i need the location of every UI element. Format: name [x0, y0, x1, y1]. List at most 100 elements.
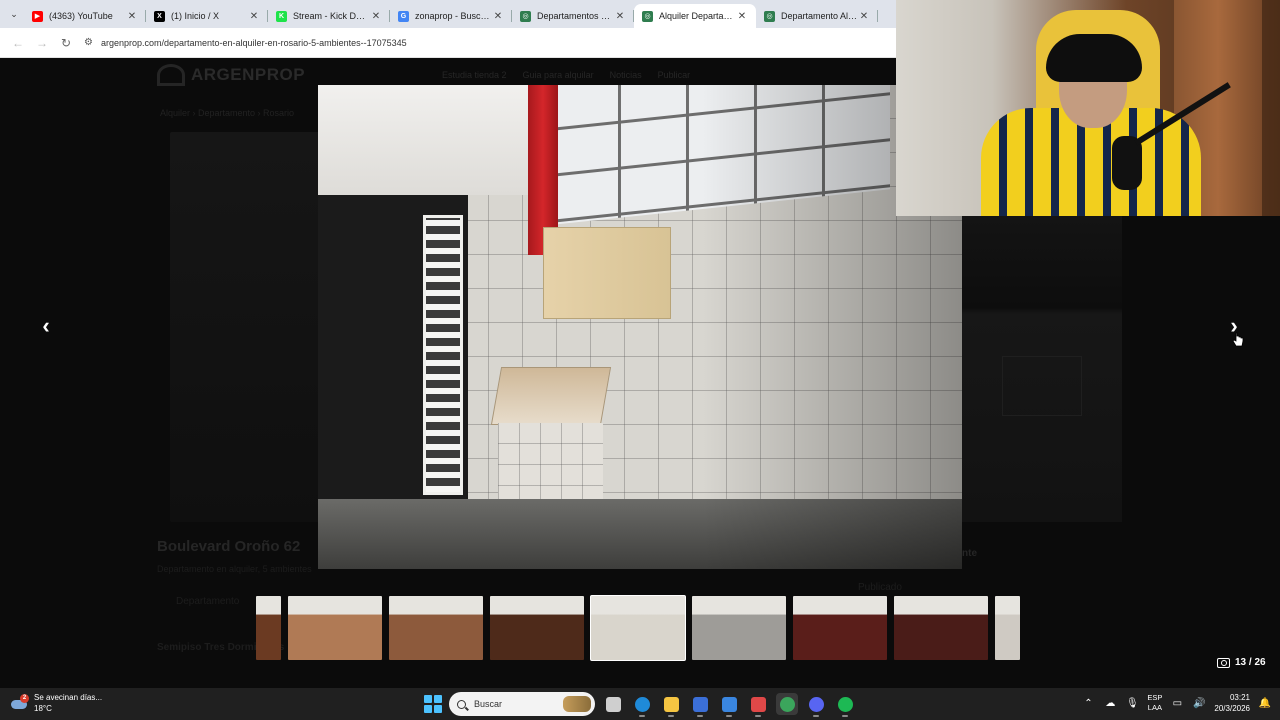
camera-icon: [1217, 657, 1230, 668]
tab-favicon-icon: G: [398, 10, 409, 22]
chrome-icon[interactable]: [776, 693, 798, 715]
search-placeholder: Buscar: [474, 699, 503, 709]
browser-tab[interactable]: X (1) Inicio / X ✕: [146, 4, 268, 28]
notification-bell-icon[interactable]: 🔔: [1258, 696, 1272, 710]
photo-counter: 13 / 26: [1217, 657, 1266, 668]
listing-photo-right: [962, 216, 1122, 522]
gallery-thumbnail[interactable]: [256, 596, 281, 660]
tab-title: zonaprop - Buscar con Google: [415, 11, 492, 21]
spotify-icon[interactable]: [834, 693, 856, 717]
weather-text: Se avecinan días...: [34, 693, 103, 702]
contact-heading: nte: [962, 548, 977, 559]
chevron-up-icon[interactable]: ⌃: [1081, 696, 1095, 710]
search-icon: [457, 699, 466, 709]
browser-tab[interactable]: ◎ Departamento Alquiler✕: [756, 4, 878, 28]
gallery-thumbnail[interactable]: [490, 596, 584, 660]
cloud-icon[interactable]: ☁: [1103, 696, 1117, 710]
task-view-icon[interactable]: [602, 693, 624, 715]
taskbar-search[interactable]: Buscar: [449, 692, 595, 716]
gallery-thumbnail[interactable]: [894, 596, 988, 660]
file-explorer-icon[interactable]: [660, 693, 682, 717]
site-menu-item[interactable]: Estudia tienda 2: [442, 70, 507, 80]
tab-title: (1) Inicio / X: [171, 11, 220, 21]
browser-tab[interactable]: Gzonaprop - Buscar con Google✕: [390, 4, 512, 28]
browser-tab[interactable]: ◎ Departamentos en Alquiler✕: [512, 4, 634, 28]
gallery-thumbnail-strip: [256, 595, 1020, 661]
tab-title: Alquiler Departamento: [659, 11, 736, 21]
site-header: ARGENPROP: [157, 64, 305, 86]
reload-icon[interactable]: ↻: [54, 31, 78, 55]
edge-icon[interactable]: [631, 693, 653, 717]
tab-close-icon[interactable]: ✕: [126, 11, 138, 22]
tab-favicon-icon: ◎: [642, 10, 653, 22]
tab-favicon-icon: K: [276, 10, 287, 22]
listing-photo-left: [170, 132, 320, 522]
gallery-thumbnail[interactable]: [590, 595, 686, 661]
listing-title: Boulevard Oroño 62: [157, 538, 301, 555]
weather-temp: 18°C: [34, 704, 52, 713]
tab-search-icon[interactable]: ⌄: [4, 4, 24, 24]
photo-counter-text: 13 / 26: [1235, 657, 1266, 668]
gallery-prev-icon[interactable]: ‹: [34, 313, 58, 338]
logo-mark-icon: [157, 64, 185, 86]
site-info-icon[interactable]: ⚙: [84, 37, 93, 48]
tab-title: Departamentos en Alquiler: [537, 11, 614, 21]
gallery-thumbnail[interactable]: [692, 596, 786, 660]
mail-icon[interactable]: [718, 693, 740, 717]
weather-widget[interactable]: 2 Se avecinan días... 18°C: [10, 692, 102, 714]
tab-favicon-icon: ◎: [764, 10, 775, 22]
forward-icon[interactable]: →: [30, 31, 54, 55]
site-menu: Estudia tienda 2 Guia para alquilar Notici…: [442, 70, 690, 80]
windows-start-icon[interactable]: [424, 695, 442, 713]
site-menu-item[interactable]: Publicar: [658, 70, 691, 80]
tab-favicon-icon: ▶: [32, 10, 43, 22]
tab-favicon-icon: ◎: [520, 10, 531, 22]
weather-icon: 2: [10, 694, 29, 712]
language-indicator[interactable]: ESP LAA: [1147, 693, 1162, 713]
taskbar-apps: Buscar: [424, 692, 856, 717]
screen: ⌄ ▶ (4363) YouTube ✕ X (1) Inicio / X ✕ K Strea…: [0, 0, 1280, 720]
snipping-icon[interactable]: [747, 693, 769, 717]
browser-tab-strip: ⌄ ▶ (4363) YouTube ✕ X (1) Inicio / X ✕ K Strea…: [0, 0, 896, 28]
browser-toolbar: ← → ↻ ⚙ argenprop.com/departamento-en-al…: [0, 28, 896, 58]
tab-close-icon[interactable]: ✕: [492, 11, 504, 22]
browser-tab[interactable]: K Stream - Kick Dashboard✕: [268, 4, 390, 28]
tab-close-icon[interactable]: ✕: [858, 11, 870, 22]
gallery-thumbnail[interactable]: [288, 596, 382, 660]
tab-close-icon[interactable]: ✕: [248, 11, 260, 22]
browser-tab[interactable]: ▶ (4363) YouTube ✕: [24, 4, 146, 28]
tab-close-icon[interactable]: ✕: [370, 11, 382, 22]
gallery-thumbnail[interactable]: [389, 596, 483, 660]
gallery-thumbnail[interactable]: [793, 596, 887, 660]
clock-date: 20/3/2026: [1214, 704, 1250, 713]
tab-close-icon[interactable]: ✕: [736, 11, 748, 22]
hand-cursor-icon: [1232, 332, 1244, 347]
windows-taskbar: 2 Se avecinan días... 18°C Buscar ⌃ ☁ 🎙 …: [0, 688, 1280, 720]
microphone-icon[interactable]: 🎙: [1125, 696, 1139, 710]
gallery-thumbnail[interactable]: [995, 596, 1020, 660]
site-menu-item[interactable]: Noticias: [610, 70, 642, 80]
site-logo: ARGENPROP: [191, 65, 306, 84]
tab-title: (4363) YouTube: [49, 11, 113, 21]
url-text: argenprop.com/departamento-en-alquiler-e…: [100, 37, 407, 48]
tab-title: Departamento Alquiler: [781, 11, 858, 21]
store-icon[interactable]: [689, 693, 711, 717]
back-icon[interactable]: ←: [6, 31, 30, 55]
clock[interactable]: 03:21 20/3/2026: [1214, 692, 1250, 714]
gallery-main-photo[interactable]: [318, 85, 962, 569]
site-menu-item[interactable]: Guia para alquilar: [523, 70, 594, 80]
system-tray: ⌃ ☁ 🎙 ESP LAA ▭ 🔊 03:21 20/3/2026 🔔: [1081, 692, 1272, 714]
webcam-overlay: [896, 0, 1280, 216]
listing-subtitle: Departamento en alquiler, 5 ambientes: [157, 564, 312, 574]
tab-title: Stream - Kick Dashboard: [293, 11, 370, 21]
tab-close-icon[interactable]: ✕: [614, 11, 626, 22]
discord-icon[interactable]: [805, 693, 827, 717]
network-icon[interactable]: ▭: [1170, 696, 1184, 710]
browser-tab[interactable]: ◎ Alquiler Departamento✕: [634, 4, 756, 28]
listing-type: Departamento: [176, 596, 240, 607]
clock-time: 03:21: [1229, 693, 1250, 702]
volume-icon[interactable]: 🔊: [1192, 696, 1206, 710]
contact-sub: Publicado: [858, 582, 902, 593]
breadcrumb: Alquiler › Departamento › Rosario: [160, 108, 295, 118]
address-bar[interactable]: ⚙ argenprop.com/departamento-en-alquiler…: [84, 37, 407, 48]
